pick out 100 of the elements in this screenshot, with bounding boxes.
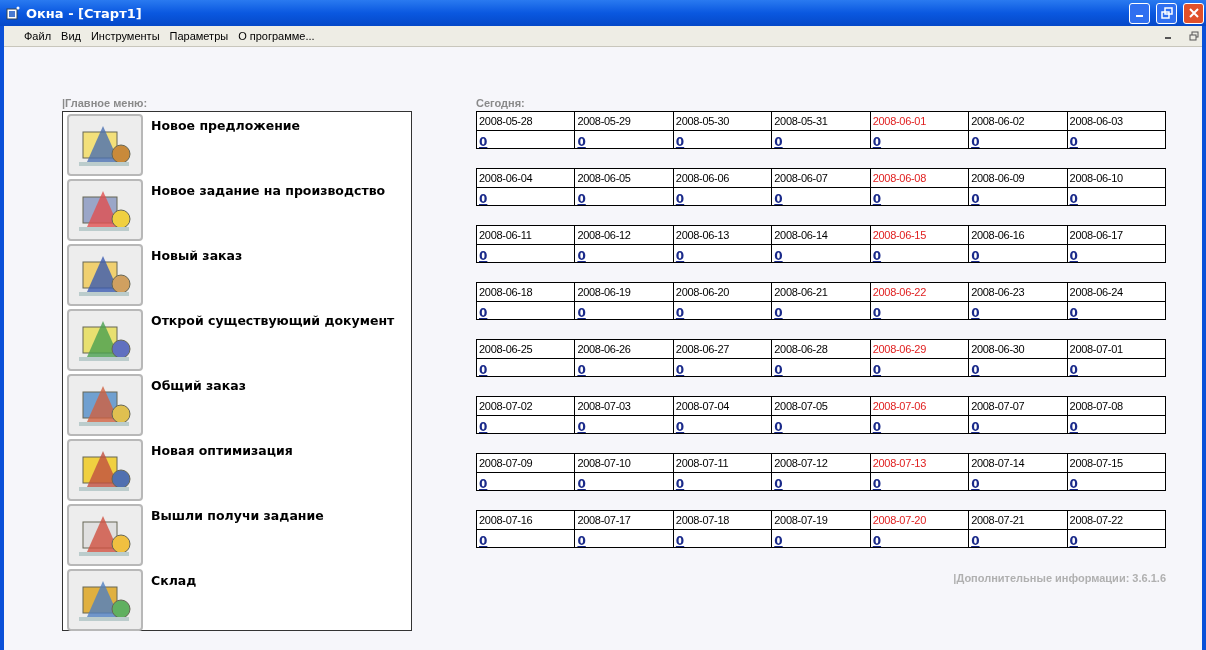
count-link[interactable]: 0	[1069, 363, 1078, 377]
date-cell: 2008-06-08	[870, 169, 969, 188]
count-link[interactable]: 0	[971, 534, 980, 548]
clipart-button[interactable]	[67, 114, 143, 176]
count-link[interactable]: 0	[872, 477, 882, 491]
count-link[interactable]: 0	[774, 135, 783, 149]
count-link[interactable]: 0	[872, 306, 882, 320]
count-link[interactable]: 0	[577, 192, 586, 206]
count-link[interactable]: 0	[1069, 135, 1078, 149]
menu-option[interactable]: Общий заказ	[151, 374, 246, 439]
count-link[interactable]: 0	[971, 135, 980, 149]
count-link[interactable]: 0	[774, 420, 783, 434]
count-link[interactable]: 0	[774, 306, 783, 320]
menu-item[interactable]: О программе...	[238, 30, 315, 42]
count-link[interactable]: 0	[675, 135, 685, 149]
count-link[interactable]: 0	[479, 477, 488, 491]
count-link[interactable]: 0	[479, 135, 488, 149]
menu-option[interactable]: Склад	[151, 569, 197, 634]
count-link[interactable]: 0	[577, 135, 586, 149]
count-link[interactable]: 0	[1069, 306, 1078, 320]
date-cell: 2008-06-03	[1067, 112, 1165, 131]
date-cell: 2008-05-28	[477, 112, 575, 131]
menu-option[interactable]: Новый заказ	[151, 244, 243, 309]
count-link[interactable]: 0	[971, 306, 980, 320]
clipart-button[interactable]	[67, 309, 143, 371]
count-link[interactable]: 0	[577, 477, 586, 491]
count-link[interactable]: 0	[1069, 192, 1078, 206]
date-cell: 2008-06-06	[673, 169, 772, 188]
menu-item[interactable]: Вид	[61, 30, 81, 42]
restore-button[interactable]	[1186, 28, 1202, 44]
count-link[interactable]: 0	[577, 306, 586, 320]
count-link[interactable]: 0	[577, 249, 586, 263]
menu-option[interactable]: Вышли получи задание	[151, 504, 324, 569]
count-link[interactable]: 0	[675, 192, 685, 206]
minimize-button[interactable]	[1129, 2, 1150, 24]
count-link[interactable]: 0	[774, 534, 783, 548]
clipart-button[interactable]	[67, 244, 143, 306]
date-cell: 2008-06-01	[870, 112, 969, 131]
clipart-button[interactable]	[67, 504, 143, 566]
count-link[interactable]: 0	[872, 192, 882, 206]
count-link[interactable]: 0	[872, 534, 882, 548]
date-cell: 2008-07-12	[772, 454, 870, 473]
date-cell: 2008-07-19	[772, 511, 870, 530]
date-cell: 2008-07-15	[1067, 454, 1165, 473]
count-link[interactable]: 0	[1069, 534, 1078, 548]
count-link[interactable]: 0	[479, 306, 488, 320]
count-link[interactable]: 0	[872, 249, 882, 263]
count-link[interactable]: 0	[774, 477, 783, 491]
date-cell: 2008-06-09	[969, 169, 1067, 188]
count-link[interactable]: 0	[971, 363, 980, 377]
menu-item[interactable]: Файл	[24, 30, 52, 42]
count-link[interactable]: 0	[577, 363, 586, 377]
date-cell: 2008-06-13	[673, 226, 772, 245]
menu-item[interactable]: Параметры	[169, 30, 229, 42]
close-button[interactable]	[1183, 2, 1204, 24]
count-link[interactable]: 0	[774, 249, 783, 263]
count-link[interactable]: 0	[1069, 477, 1078, 491]
count-link[interactable]: 0	[479, 420, 488, 434]
count-link[interactable]: 0	[774, 363, 783, 377]
count-link[interactable]: 0	[971, 477, 980, 491]
clipart-button[interactable]	[67, 374, 143, 436]
count-link[interactable]: 0	[971, 192, 980, 206]
clipart-button[interactable]	[67, 439, 143, 501]
count-link[interactable]: 0	[971, 249, 980, 263]
count-link[interactable]: 0	[675, 249, 685, 263]
menu-option[interactable]: Новая оптимизация	[151, 439, 293, 504]
menu-option[interactable]: Новое задание на производство	[151, 179, 386, 244]
menu-option[interactable]: Новое предложение	[151, 114, 301, 179]
count-link[interactable]: 0	[872, 420, 882, 434]
date-cell: 2008-05-30	[673, 112, 772, 131]
count-link[interactable]: 0	[1069, 249, 1078, 263]
count-link[interactable]: 0	[872, 363, 882, 377]
count-link[interactable]: 0	[479, 249, 488, 263]
date-cell: 2008-06-18	[477, 283, 575, 302]
count-link[interactable]: 0	[675, 477, 685, 491]
clipart-button[interactable]	[67, 569, 143, 631]
count-link[interactable]: 0	[774, 192, 783, 206]
count-link[interactable]: 0	[479, 534, 488, 548]
count-link[interactable]: 0	[577, 534, 586, 548]
date-cell: 2008-06-12	[575, 226, 673, 245]
count-link[interactable]: 0	[479, 363, 488, 377]
minimize-icon	[1165, 37, 1171, 39]
clipart-button[interactable]	[67, 179, 143, 241]
count-link[interactable]: 0	[675, 420, 685, 434]
date-cell: 2008-07-14	[969, 454, 1067, 473]
count-link[interactable]: 0	[479, 192, 488, 206]
count-link[interactable]: 0	[675, 363, 685, 377]
menu-item[interactable]: Инструменты	[90, 30, 160, 42]
restore-button[interactable]	[1156, 2, 1177, 24]
date-cell: 2008-07-20	[870, 511, 969, 530]
menu-option[interactable]: Открой существующий документ	[151, 309, 395, 374]
count-link[interactable]: 0	[872, 135, 882, 149]
date-cell: 2008-06-10	[1067, 169, 1165, 188]
count-link[interactable]: 0	[1069, 420, 1078, 434]
count-link[interactable]: 0	[971, 420, 980, 434]
count-link[interactable]: 0	[577, 420, 586, 434]
date-cell: 2008-07-16	[477, 511, 575, 530]
date-cell: 2008-06-15	[870, 226, 969, 245]
count-link[interactable]: 0	[675, 534, 685, 548]
count-link[interactable]: 0	[675, 306, 685, 320]
